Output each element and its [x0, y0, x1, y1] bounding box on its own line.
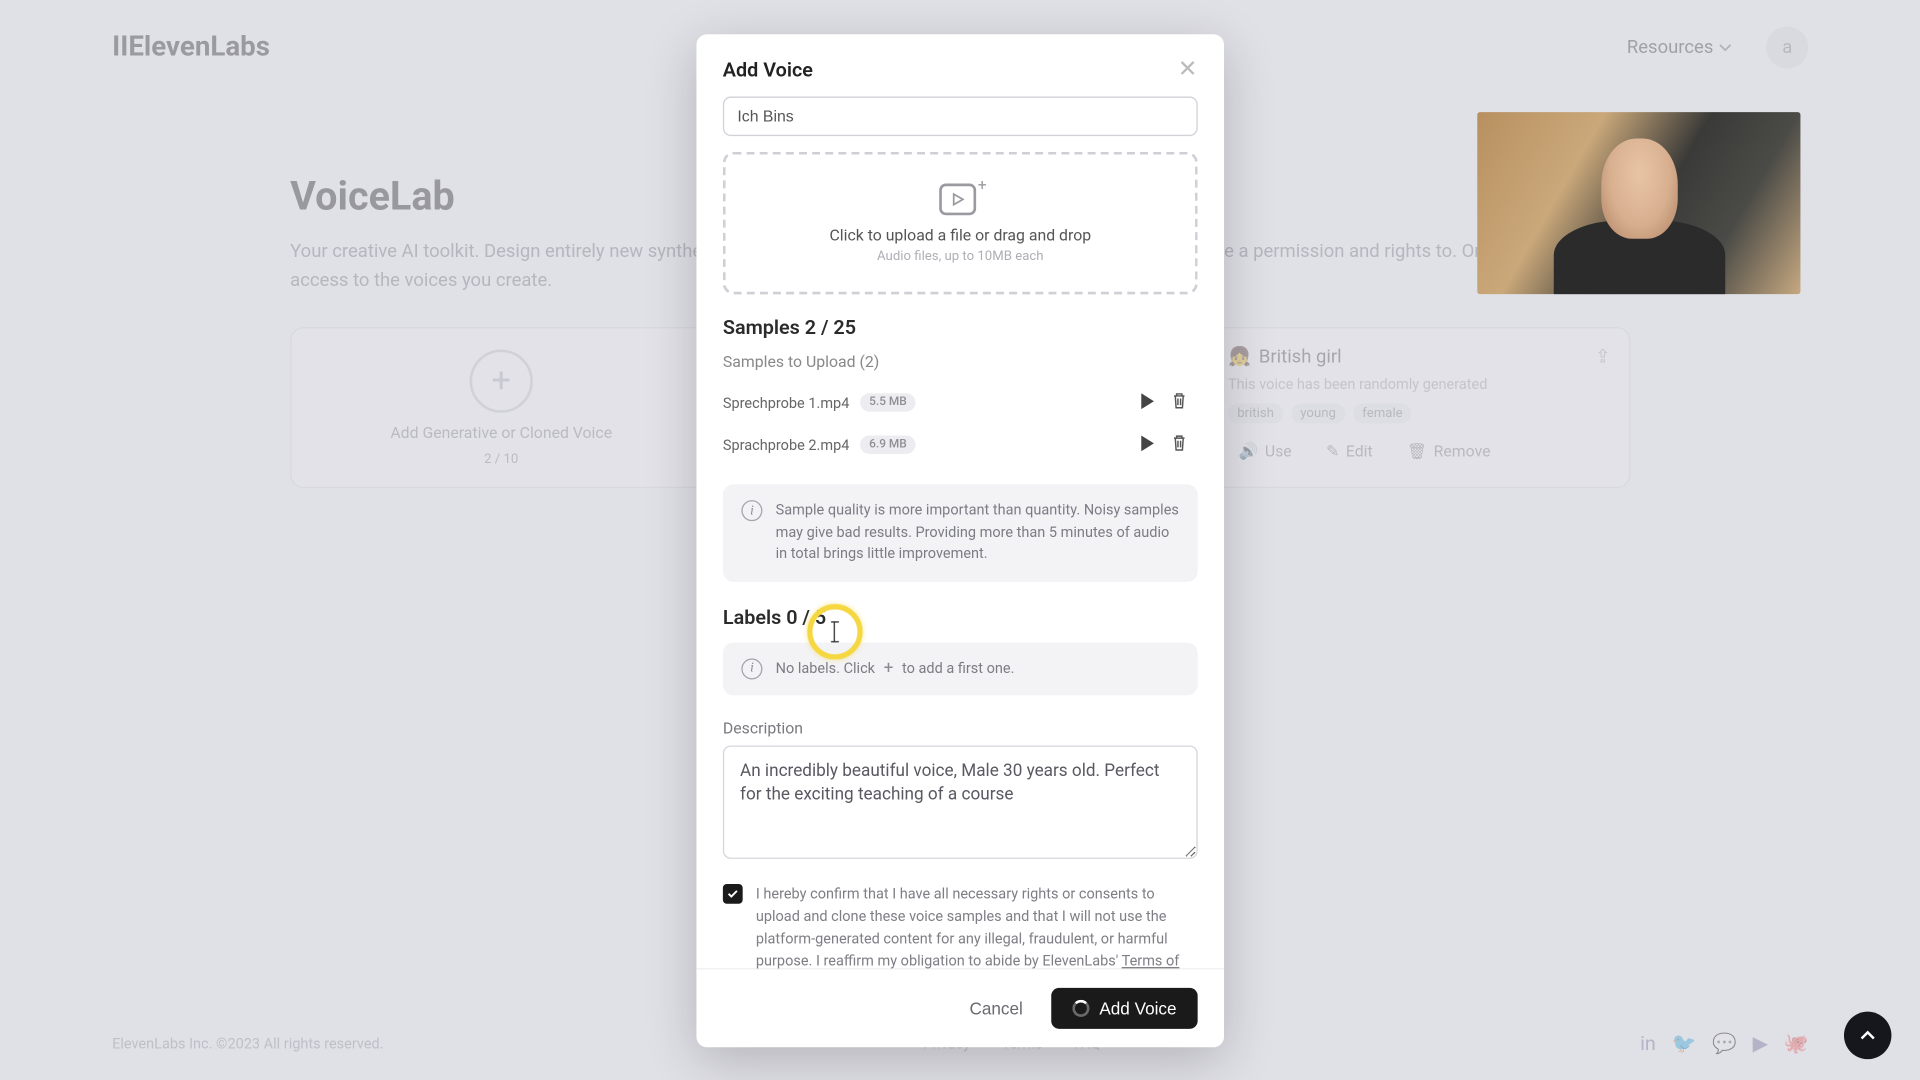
labels-title: Labels 0 / 5 [723, 605, 1198, 629]
sample-row: Sprechprobe 1.mp4 5.5 MB [723, 381, 1190, 423]
play-icon[interactable] [1137, 390, 1158, 415]
info-icon: i [741, 500, 762, 521]
sample-row: Sprachprobe 2.mp4 6.9 MB [723, 423, 1190, 465]
text-cursor-icon [834, 621, 836, 642]
upload-dropzone[interactable]: + Click to upload a file or drag and dro… [723, 152, 1198, 294]
description-label: Description [723, 719, 1198, 737]
upload-icon: + [939, 183, 981, 220]
cancel-button[interactable]: Cancel [951, 988, 1041, 1029]
labels-info-post: to add a first one. [902, 659, 1014, 676]
add-voice-modal: Add Voice ✕ + Click to upload a file or … [696, 34, 1224, 1047]
info-icon: i [741, 658, 762, 679]
play-icon[interactable] [1137, 432, 1158, 457]
chevron-up-icon [1858, 1026, 1876, 1044]
consent-block: I hereby confirm that I have all necessa… [723, 882, 1198, 968]
scroll-top-button[interactable] [1844, 1012, 1891, 1059]
sample-size: 6.9 MB [860, 435, 916, 453]
add-voice-button[interactable]: Add Voice [1052, 988, 1198, 1029]
trash-icon[interactable] [1169, 389, 1190, 415]
modal-title: Add Voice [723, 57, 813, 81]
sample-list: Sprechprobe 1.mp4 5.5 MB Sprachprobe 2.m… [723, 381, 1198, 465]
dropzone-subtext: Audio files, up to 10MB each [877, 249, 1044, 264]
samples-upload-label: Samples to Upload (2) [723, 352, 1198, 370]
sample-name: Sprachprobe 2.mp4 [723, 436, 850, 453]
consent-text: I hereby confirm that I have all necessa… [756, 885, 1168, 968]
description-textarea[interactable] [723, 745, 1198, 858]
trash-icon[interactable] [1169, 431, 1190, 457]
labels-info: i No labels. Click + to add a first one. [723, 642, 1198, 695]
samples-title: Samples 2 / 25 [723, 315, 1198, 339]
close-icon[interactable]: ✕ [1178, 55, 1198, 83]
add-voice-button-label: Add Voice [1099, 998, 1176, 1018]
labels-info-pre: No labels. Click [776, 659, 879, 676]
quality-info-text: Sample quality is more important than qu… [776, 500, 1180, 565]
consent-checkbox[interactable] [723, 884, 743, 904]
sample-size: 5.5 MB [860, 393, 916, 411]
webcam-overlay [1477, 112, 1800, 294]
spinner-icon [1073, 1000, 1090, 1017]
voice-name-input[interactable] [723, 96, 1198, 136]
sample-name: Sprechprobe 1.mp4 [723, 394, 849, 411]
dropzone-text: Click to upload a file or drag and drop [829, 225, 1091, 243]
plus-icon[interactable]: + [879, 658, 899, 678]
quality-info: i Sample quality is more important than … [723, 484, 1198, 581]
